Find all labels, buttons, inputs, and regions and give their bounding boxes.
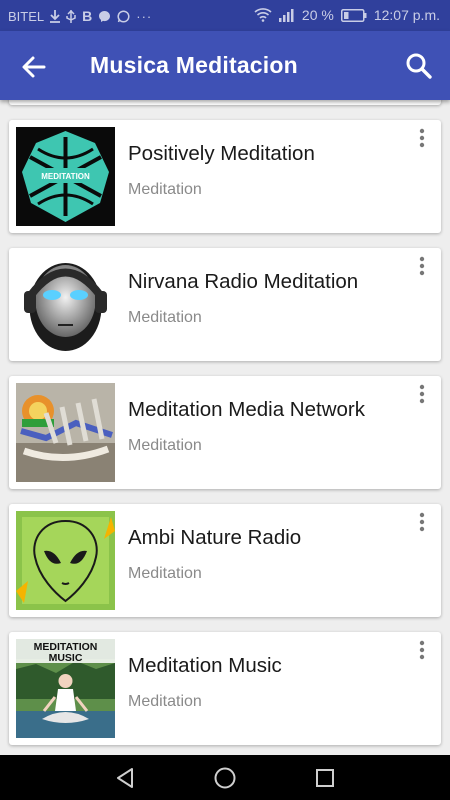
station-genre: Meditation [128,565,202,582]
nav-home-button[interactable] [213,766,237,790]
station-image-positively-meditation: MEDITATION [16,127,115,226]
triangle-back-icon [117,768,133,788]
more-options-button[interactable] [413,640,431,662]
download-icon [50,9,61,23]
system-nav-bar [0,755,450,800]
more-options-button[interactable] [413,512,431,534]
station-genre: Meditation [128,437,202,454]
messenger-icon [99,10,111,22]
back-button[interactable] [18,51,50,83]
image-caption-line-2: MUSIC [49,652,83,664]
signal-icon [278,9,294,22]
station-card[interactable]: MEDITATION MUSIC Meditation Music Medita… [9,632,441,745]
station-title: Meditation Media Network [128,398,365,421]
station-title: Meditation Music [128,654,282,677]
circle-home-icon [214,767,236,789]
search-button[interactable] [404,51,434,81]
status-left: BITEL B ··· [8,8,152,24]
station-card[interactable]: Meditation Media Network Meditation [9,376,441,489]
station-list: MEDITATION Positively Meditation Meditat… [0,100,450,755]
page-title: Musica Meditacion [90,52,298,78]
more-vert-icon [419,128,425,148]
station-card[interactable]: Nirvana Radio Meditation Meditation [9,248,441,361]
station-image-meditation-media-network [16,383,115,482]
square-recents-icon [316,769,334,787]
station-card[interactable]: Ambi Nature Radio Meditation [9,504,441,617]
battery-icon [340,8,367,22]
station-title: Nirvana Radio Meditation [128,270,359,293]
station-title: Ambi Nature Radio [128,526,302,549]
list-item-partial[interactable] [9,100,441,105]
more-options-button[interactable] [413,128,431,150]
more-vert-icon [419,384,425,404]
battery-percent: 20 % [301,7,334,23]
station-genre: Meditation [128,693,202,710]
whatsapp-icon [117,9,130,23]
image-caption: MEDITATION [41,172,90,181]
status-bar: BITEL B ··· 20 % 12:07 p.m. [0,0,450,31]
status-right: 20 % 12:07 p.m. [254,7,440,23]
wifi-icon [254,8,272,22]
station-title: Positively Meditation [128,142,315,165]
station-image-ambi-nature-radio [16,511,115,610]
nav-back-button[interactable] [113,766,137,790]
station-genre: Meditation [128,181,202,198]
station-card[interactable]: MEDITATION Positively Meditation Meditat… [9,120,441,233]
more-options-button[interactable] [413,256,431,278]
station-image-meditation-music: MEDITATION MUSIC [16,639,115,738]
carrier-label: BITEL [8,8,45,24]
clock: 12:07 p.m. [373,7,440,23]
station-genre: Meditation [128,309,202,326]
arrow-back-icon [22,56,46,78]
more-vert-icon [419,512,425,532]
app-bar: Musica Meditacion [0,31,450,100]
more-options-button[interactable] [413,384,431,406]
search-icon [406,53,432,79]
more-notifications-icon: ··· [136,8,153,24]
usb-icon [66,9,76,23]
bold-b-icon: B [82,8,93,24]
more-vert-icon [419,256,425,276]
more-vert-icon [419,640,425,660]
nav-recents-button[interactable] [313,766,337,790]
station-image-nirvana-radio [16,255,115,354]
